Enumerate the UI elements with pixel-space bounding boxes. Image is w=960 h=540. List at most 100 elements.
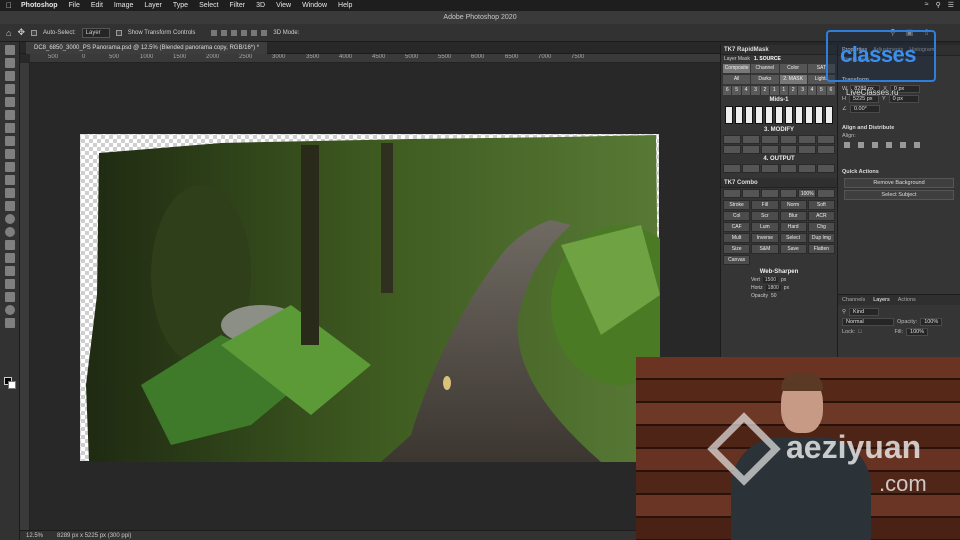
menu-window[interactable]: Window <box>302 2 327 9</box>
wifi-icon[interactable]: ≈ <box>925 1 929 9</box>
zone-button[interactable]: 4 <box>807 86 817 95</box>
kind-filter[interactable]: Kind <box>849 308 880 316</box>
align-hcenter-icon[interactable] <box>858 142 864 148</box>
combo-button-stroke[interactable]: Stroke <box>723 200 751 210</box>
zone-button[interactable]: 3 <box>798 86 807 95</box>
combo-button-flatten[interactable]: Flatten <box>807 244 835 254</box>
combo-icon-button[interactable] <box>760 189 779 198</box>
menu-file[interactable]: File <box>69 2 80 9</box>
combo-button-norm[interactable]: Norm <box>779 200 807 210</box>
quick-select-tool-icon[interactable] <box>5 84 15 94</box>
vert-input[interactable]: 1500 <box>762 277 779 283</box>
menu-view[interactable]: View <box>276 2 291 9</box>
frame-tool-icon[interactable] <box>5 110 15 120</box>
combo-icon-button[interactable] <box>723 189 741 198</box>
lasso-tool-icon[interactable] <box>5 71 15 81</box>
combo-button-acr[interactable]: ACR <box>807 211 835 221</box>
select-subject-button[interactable]: Select Subject <box>844 190 954 200</box>
menu-edit[interactable]: Edit <box>91 2 103 9</box>
align-left-icon[interactable] <box>844 142 850 148</box>
combo-button-select[interactable]: Select <box>779 233 807 243</box>
more-tools-icon[interactable] <box>5 318 15 328</box>
mask-tab-all[interactable]: All <box>723 75 751 84</box>
remove-background-button[interactable]: Remove Background <box>844 178 954 188</box>
gradient-tool-icon[interactable] <box>5 201 15 211</box>
combo-button-scr[interactable]: Scr <box>751 211 779 221</box>
combo-button-save[interactable]: Save <box>779 244 807 254</box>
menu-filter[interactable]: Filter <box>230 2 246 9</box>
modify-button[interactable] <box>817 145 835 154</box>
move-tool-icon[interactable] <box>5 45 15 55</box>
combo-icon-button[interactable] <box>779 189 798 198</box>
fill-field[interactable]: 100% <box>906 328 929 336</box>
output-button[interactable] <box>760 164 779 173</box>
canvas-area[interactable] <box>30 63 720 530</box>
menu-select[interactable]: Select <box>199 2 218 9</box>
combo-percent[interactable]: 100% <box>798 189 817 198</box>
combo-button-inverse[interactable]: Inverse <box>751 233 779 243</box>
search-icon[interactable]: ⚲ <box>936 1 941 9</box>
luminosity-sliders[interactable] <box>721 104 837 126</box>
align-bottom-icon[interactable] <box>261 29 268 36</box>
auto-select-checkbox[interactable] <box>30 29 37 36</box>
auto-select-dropdown[interactable]: Layer <box>81 27 110 38</box>
zone-button[interactable]: 1 <box>770 86 779 95</box>
modify-button[interactable] <box>741 145 760 154</box>
mask-tab-darks[interactable]: Darks <box>751 75 779 84</box>
combo-button-col[interactable]: Col <box>723 211 751 221</box>
combo-button-mult[interactable]: Mult <box>723 233 751 243</box>
align-vcenter-icon[interactable] <box>900 142 906 148</box>
align-right-icon[interactable] <box>231 29 238 36</box>
layer-mask-label[interactable]: Layer Mask <box>724 56 750 62</box>
lock-icon[interactable]: □ <box>858 329 861 335</box>
background-color[interactable] <box>8 381 16 389</box>
source-tab-color[interactable]: Color <box>779 64 807 73</box>
zone-button[interactable]: 6 <box>723 86 732 95</box>
tab-channels[interactable]: Channels <box>842 295 865 305</box>
combo-button-canvas[interactable]: Canvas <box>723 255 751 265</box>
combo-button-lum[interactable]: Lum <box>751 222 779 232</box>
align-center-icon[interactable] <box>221 29 228 36</box>
combo-button-hard[interactable]: Hard <box>779 222 807 232</box>
color-swatches[interactable] <box>4 377 16 389</box>
zoom-tool-icon[interactable] <box>5 305 15 315</box>
brush-tool-icon[interactable] <box>5 149 15 159</box>
pen-tool-icon[interactable] <box>5 240 15 250</box>
zone-button[interactable]: 6 <box>826 86 836 95</box>
eraser-tool-icon[interactable] <box>5 188 15 198</box>
source-tab-channel[interactable]: Channel <box>751 64 779 73</box>
combo-icon-button[interactable] <box>817 189 835 198</box>
tab-layers[interactable]: Layers <box>873 295 890 305</box>
zone-button[interactable]: 5 <box>817 86 826 95</box>
modify-button[interactable] <box>741 135 760 144</box>
sharpen-opacity-input[interactable]: 50 <box>771 293 777 299</box>
type-tool-icon[interactable] <box>5 253 15 263</box>
crop-tool-icon[interactable] <box>5 97 15 107</box>
modify-button[interactable] <box>760 135 779 144</box>
align-middle-icon[interactable] <box>251 29 258 36</box>
output-button[interactable] <box>723 164 741 173</box>
blur-tool-icon[interactable] <box>5 214 15 224</box>
history-brush-icon[interactable] <box>5 175 15 185</box>
align-top-icon[interactable] <box>241 29 248 36</box>
modify-button[interactable] <box>817 135 835 144</box>
combo-button-blur[interactable]: Blur <box>779 211 807 221</box>
modify-button[interactable] <box>723 145 741 154</box>
zoom-level[interactable]: 12.5% <box>26 533 43 539</box>
clone-stamp-icon[interactable] <box>5 162 15 172</box>
combo-button-caf[interactable]: CAF <box>723 222 751 232</box>
zone-button[interactable]: 1 <box>779 86 788 95</box>
panorama-image[interactable] <box>80 134 660 462</box>
combo-button-fill[interactable]: Fill <box>751 200 779 210</box>
zone-button[interactable]: 4 <box>741 86 751 95</box>
combo-button-soft[interactable]: Soft <box>807 200 835 210</box>
combo-button-chg[interactable]: Chg <box>807 222 835 232</box>
tab-actions[interactable]: Actions <box>898 295 916 305</box>
modify-button[interactable] <box>798 135 817 144</box>
output-button[interactable] <box>741 164 760 173</box>
control-center-icon[interactable]: ☰ <box>948 1 954 9</box>
combo-icon-button[interactable] <box>741 189 760 198</box>
output-button[interactable] <box>798 164 817 173</box>
eyedropper-tool-icon[interactable] <box>5 123 15 133</box>
modify-button[interactable] <box>760 145 779 154</box>
